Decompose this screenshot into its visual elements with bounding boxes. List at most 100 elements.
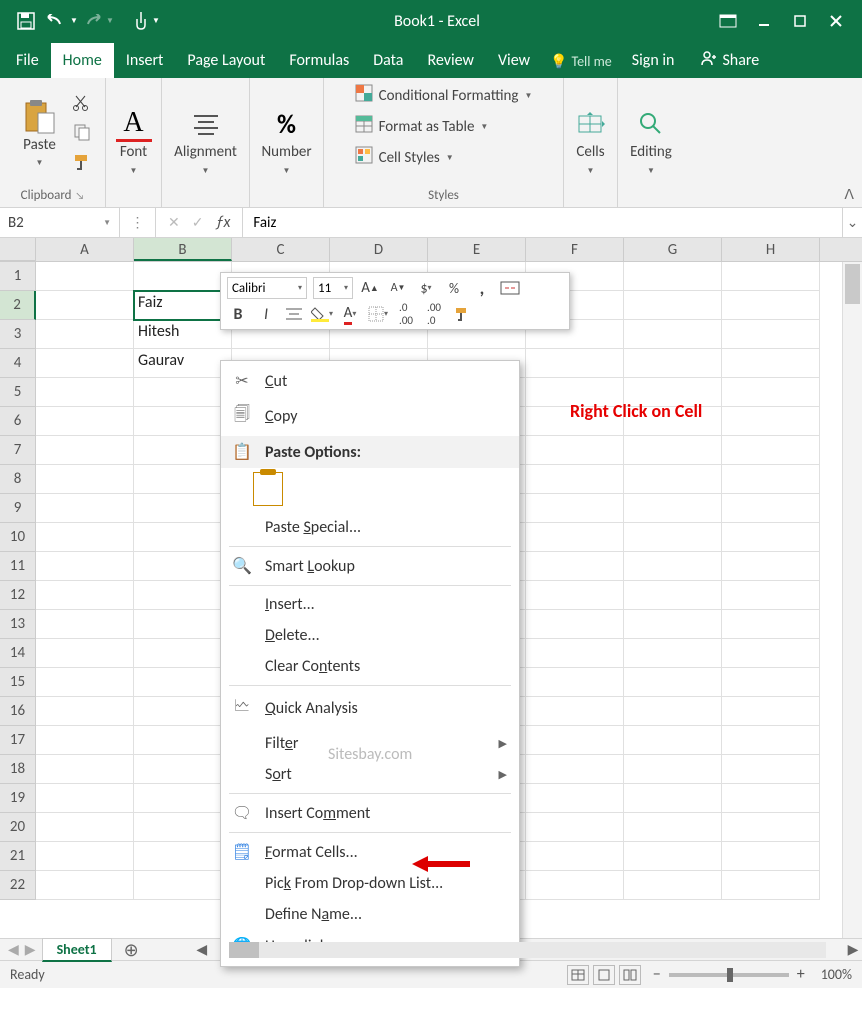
cell-B16[interactable] <box>134 697 232 726</box>
cell-H22[interactable] <box>722 871 820 900</box>
ctx-insert[interactable]: Insert... <box>221 589 519 620</box>
cell-A21[interactable] <box>36 842 134 871</box>
cell-F4[interactable] <box>526 349 624 378</box>
format-painter-button[interactable] <box>73 153 91 175</box>
increase-decimal-icon[interactable]: .0.00 <box>395 303 417 325</box>
row-header-11[interactable]: 11 <box>0 552 36 581</box>
cell-F22[interactable] <box>526 871 624 900</box>
cell-G10[interactable] <box>624 523 722 552</box>
cell-G8[interactable] <box>624 465 722 494</box>
ribbon-display-button[interactable] <box>710 6 746 36</box>
cell-A19[interactable] <box>36 784 134 813</box>
row-header-3[interactable]: 3 <box>0 320 36 349</box>
cell-G20[interactable] <box>624 813 722 842</box>
cell-G11[interactable] <box>624 552 722 581</box>
row-header-10[interactable]: 10 <box>0 523 36 552</box>
cell-A16[interactable] <box>36 697 134 726</box>
select-all-corner[interactable] <box>0 238 36 261</box>
zoom-slider[interactable] <box>669 973 789 977</box>
row-header-21[interactable]: 21 <box>0 842 36 871</box>
ctx-define-name[interactable]: Define Name... <box>221 899 519 930</box>
zoom-out-button[interactable]: − <box>653 965 661 984</box>
font-color-icon[interactable]: A▾ <box>339 303 361 325</box>
zoom-in-button[interactable]: + <box>797 965 805 984</box>
new-sheet-button[interactable]: ⊕ <box>118 939 145 961</box>
page-layout-view-button[interactable] <box>593 965 615 985</box>
number-button[interactable]: %Number▼ <box>257 104 315 179</box>
cells-button[interactable]: Cells▼ <box>566 104 616 179</box>
cell-F10[interactable] <box>526 523 624 552</box>
cell-A10[interactable] <box>36 523 134 552</box>
cell-A9[interactable] <box>36 494 134 523</box>
tab-review[interactable]: Review <box>415 43 486 78</box>
ctx-filter[interactable]: Filter▶ <box>221 728 519 759</box>
cell-A12[interactable] <box>36 581 134 610</box>
scrollbar-thumb[interactable] <box>845 264 860 304</box>
cell-G4[interactable] <box>624 349 722 378</box>
row-header-2[interactable]: 2 <box>0 291 36 320</box>
cell-G21[interactable] <box>624 842 722 871</box>
col-header-b[interactable]: B <box>134 238 232 261</box>
cell-F13[interactable] <box>526 610 624 639</box>
ctx-smart-lookup[interactable]: 🔍Smart Lookup <box>221 550 519 582</box>
borders-icon[interactable]: ▾ <box>367 303 389 325</box>
cell-H3[interactable] <box>722 320 820 349</box>
cell-H19[interactable] <box>722 784 820 813</box>
cell-B9[interactable] <box>134 494 232 523</box>
mini-align-icon[interactable] <box>283 303 305 325</box>
minimize-button[interactable] <box>746 6 782 36</box>
cell-G19[interactable] <box>624 784 722 813</box>
tab-data[interactable]: Data <box>361 43 415 78</box>
enter-icon[interactable]: ✓ <box>192 214 204 231</box>
cell-B6[interactable] <box>134 407 232 436</box>
normal-view-button[interactable] <box>567 965 589 985</box>
cell-A4[interactable] <box>36 349 134 378</box>
cell-A6[interactable] <box>36 407 134 436</box>
cell-G14[interactable] <box>624 639 722 668</box>
ctx-clear-contents[interactable]: Clear Contents <box>221 651 519 682</box>
cell-A20[interactable] <box>36 813 134 842</box>
cell-F7[interactable] <box>526 436 624 465</box>
cell-H21[interactable] <box>722 842 820 871</box>
paste-button[interactable]: Paste▼ <box>15 97 65 172</box>
cell-B7[interactable] <box>134 436 232 465</box>
cell-B15[interactable] <box>134 668 232 697</box>
zoom-slider-handle[interactable] <box>727 968 733 982</box>
sheet-tab-sheet1[interactable]: Sheet1 <box>42 938 112 962</box>
share-button[interactable]: Share <box>686 43 771 78</box>
cell-B21[interactable] <box>134 842 232 871</box>
percent-format-icon[interactable]: % <box>443 277 465 299</box>
cell-F12[interactable] <box>526 581 624 610</box>
col-header-d[interactable]: D <box>330 238 428 261</box>
expand-formula-bar-button[interactable]: ⌄ <box>842 208 862 237</box>
ctx-cut[interactable]: ✂Cut <box>221 365 519 397</box>
cell-F9[interactable] <box>526 494 624 523</box>
cell-G12[interactable] <box>624 581 722 610</box>
cell-B12[interactable] <box>134 581 232 610</box>
col-header-g[interactable]: G <box>624 238 722 261</box>
cell-F19[interactable] <box>526 784 624 813</box>
cell-H14[interactable] <box>722 639 820 668</box>
mini-size-select[interactable]: 11 ▾ <box>313 277 353 299</box>
conditional-formatting-button[interactable]: Conditional Formatting ▼ <box>351 82 537 109</box>
cell-F17[interactable] <box>526 726 624 755</box>
format-painter-mini-icon[interactable] <box>451 303 473 325</box>
row-header-22[interactable]: 22 <box>0 871 36 900</box>
accounting-format-icon[interactable]: $ ▾ <box>415 277 437 299</box>
cell-B19[interactable] <box>134 784 232 813</box>
cell-G3[interactable] <box>624 320 722 349</box>
cell-H16[interactable] <box>722 697 820 726</box>
cell-G17[interactable] <box>624 726 722 755</box>
maximize-button[interactable] <box>782 6 818 36</box>
row-header-20[interactable]: 20 <box>0 813 36 842</box>
cell-H15[interactable] <box>722 668 820 697</box>
row-header-7[interactable]: 7 <box>0 436 36 465</box>
cell-A7[interactable] <box>36 436 134 465</box>
collapse-ribbon-button[interactable]: ᐱ <box>844 186 854 203</box>
tab-home[interactable]: Home <box>51 43 114 78</box>
cell-F14[interactable] <box>526 639 624 668</box>
ctx-sort[interactable]: Sort▶ <box>221 759 519 790</box>
row-header-16[interactable]: 16 <box>0 697 36 726</box>
row-header-4[interactable]: 4 <box>0 349 36 378</box>
cell-G9[interactable] <box>624 494 722 523</box>
